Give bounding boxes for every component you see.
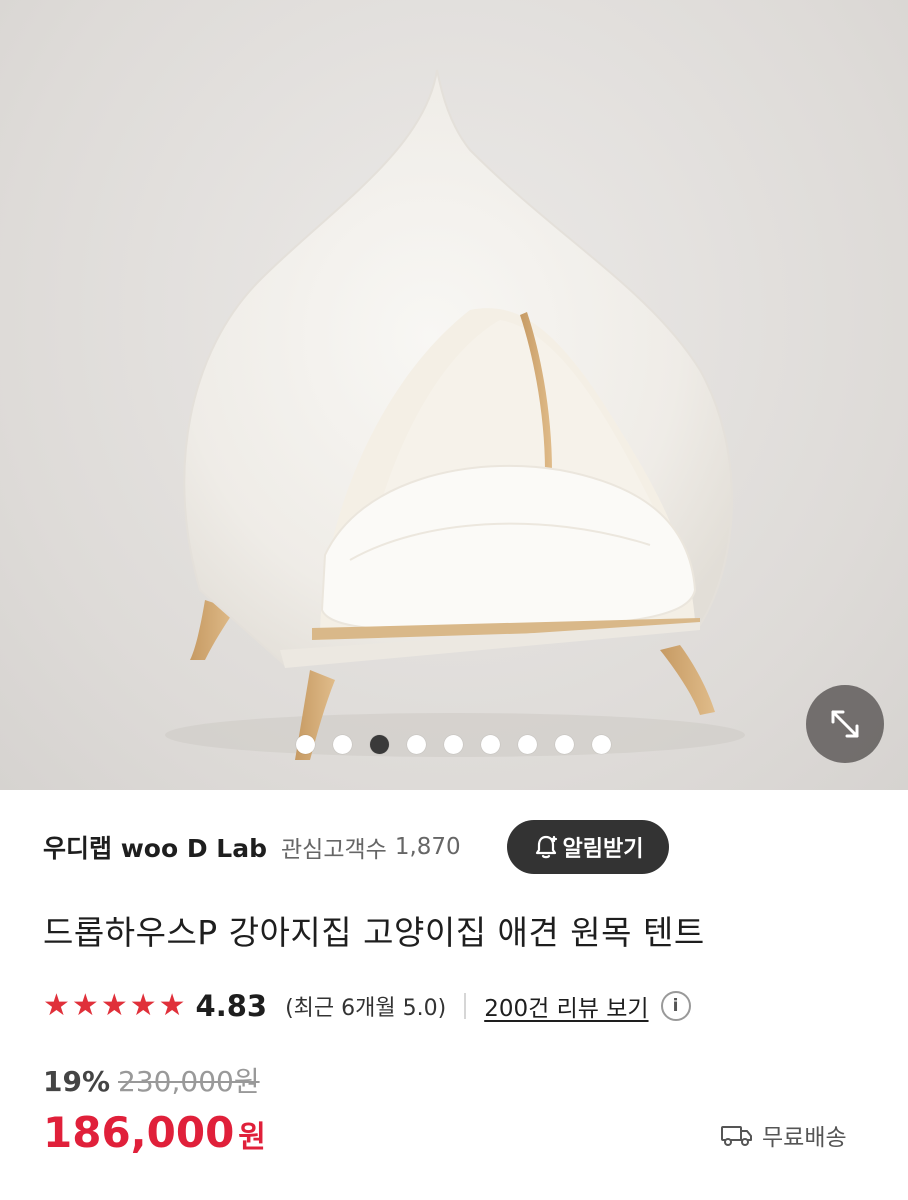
product-title: 드롭하우스P 강아지집 고양이집 애견 원목 텐트 bbox=[43, 913, 705, 952]
star-icon: ★ bbox=[158, 988, 186, 1023]
gallery-pagination bbox=[296, 735, 611, 754]
gallery-dot[interactable] bbox=[481, 735, 500, 754]
sale-price: 186,000 bbox=[43, 1108, 235, 1157]
notify-button[interactable]: 알림받기 bbox=[507, 820, 669, 874]
discount-info: 19% 230,000원 bbox=[43, 1060, 260, 1100]
gallery-dot[interactable] bbox=[518, 735, 537, 754]
info-icon[interactable]: i bbox=[660, 991, 691, 1021]
gallery-dot[interactable] bbox=[333, 735, 352, 754]
gallery-dot-active[interactable] bbox=[370, 735, 389, 754]
product-image-gallery[interactable] bbox=[0, 0, 908, 790]
gallery-dot[interactable] bbox=[592, 735, 611, 754]
discount-rate: 19% bbox=[43, 1065, 111, 1098]
shipping-info: 무료배송 bbox=[720, 1118, 847, 1152]
truck-icon bbox=[721, 1126, 752, 1146]
rating-stars: ★ ★ ★ ★ ★ bbox=[43, 991, 186, 1021]
star-icon: ★ bbox=[129, 988, 157, 1023]
currency-unit: 원 bbox=[238, 1120, 266, 1155]
divider bbox=[464, 993, 467, 1019]
sale-price-row: 186,000 원 bbox=[43, 1108, 266, 1157]
product-image bbox=[165, 69, 745, 760]
seller-info: 우디랩 woo D Lab 관심고객수 1,870 알림받기 bbox=[43, 820, 868, 874]
star-icon: ★ bbox=[43, 988, 70, 1023]
rating-recent: (최근 6개월 5.0) bbox=[285, 996, 447, 1021]
star-icon: ★ bbox=[100, 988, 128, 1023]
rating-score: 4.83 bbox=[195, 989, 268, 1023]
shipping-label: 무료배송 bbox=[762, 1125, 847, 1151]
gallery-dot[interactable] bbox=[444, 735, 463, 754]
fans-label: 관심고객수 bbox=[281, 837, 387, 863]
gallery-dot[interactable] bbox=[555, 735, 574, 754]
rating-summary: ★ ★ ★ ★ ★ 4.83 (최근 6개월 5.0) 200건 리뷰 보기 i bbox=[43, 983, 691, 1029]
expand-image-button[interactable] bbox=[806, 685, 884, 763]
bell-plus-icon bbox=[535, 835, 557, 859]
gallery-dot[interactable] bbox=[407, 735, 426, 754]
seller-name[interactable]: 우디랩 woo D Lab bbox=[43, 829, 267, 865]
original-price: 230,000원 bbox=[118, 1065, 260, 1098]
expand-icon bbox=[831, 710, 859, 738]
star-icon: ★ bbox=[71, 988, 99, 1023]
notify-label: 알림받기 bbox=[562, 837, 644, 862]
gallery-dot[interactable] bbox=[296, 735, 315, 754]
fans-count: 1,870 bbox=[394, 834, 461, 860]
review-link[interactable]: 200건 리뷰 보기 bbox=[484, 989, 648, 1023]
